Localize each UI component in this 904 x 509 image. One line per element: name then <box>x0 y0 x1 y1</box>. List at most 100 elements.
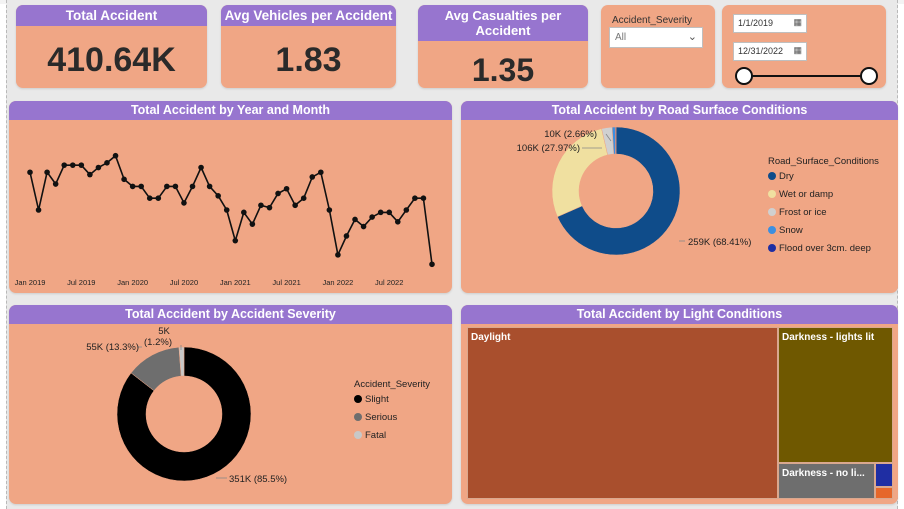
treemap-tile-darkness-lit[interactable]: Darkness - lights lit <box>778 327 893 463</box>
x-tick-label: Jan 2019 <box>15 278 46 287</box>
legend-item-fatal[interactable]: Fatal <box>354 426 430 444</box>
line-point-2020-09[interactable] <box>198 164 204 171</box>
sev-label-slight: 351K (85.5%) <box>229 474 287 485</box>
severity-legend: Accident_Severity Slight Serious Fatal <box>354 379 430 444</box>
line-point-2020-06[interactable] <box>172 183 179 190</box>
legend-item-dry[interactable]: Dry <box>768 167 879 185</box>
x-tick-label: Jan 2021 <box>220 278 251 287</box>
legend-item-wet[interactable]: Wet or damp <box>768 185 879 203</box>
kpi-avg-vehicles-value: 1.83 <box>275 41 342 79</box>
road-label-wet: 106K (27.97%) <box>517 143 580 154</box>
line-point-2021-08[interactable] <box>292 202 298 209</box>
slice-flood[interactable] <box>614 126 617 155</box>
line-point-2019-06[interactable] <box>69 162 76 168</box>
line-point-2022-02[interactable] <box>343 233 350 239</box>
line-point-2021-07[interactable] <box>283 185 290 192</box>
line-point-2019-12[interactable] <box>121 176 127 183</box>
legend-label: Slight <box>365 393 389 405</box>
road-surface-legend: Road_Surface_Conditions Dry Wet or damp … <box>768 156 879 257</box>
severity-dropdown-value: All <box>615 32 627 43</box>
date-range-slider[interactable] <box>722 5 886 88</box>
line-point-2021-01[interactable] <box>232 237 239 244</box>
line-point-2020-04[interactable] <box>155 195 162 201</box>
line-point-2020-02[interactable] <box>138 183 144 190</box>
line-point-2022-06[interactable] <box>377 209 384 216</box>
line-point-2019-08[interactable] <box>87 171 93 178</box>
sev-label-fatal-bottom: (1.2%) <box>144 337 172 348</box>
kpi-total-accident-card[interactable]: Total Accident 410.64K <box>16 5 207 88</box>
line-point-2021-02[interactable] <box>241 209 247 216</box>
line-point-2020-11[interactable] <box>215 193 221 199</box>
treemap-label: Daylight <box>471 332 511 343</box>
line-point-2021-11[interactable] <box>318 169 324 176</box>
slider-start-handle[interactable] <box>735 67 753 85</box>
line-point-2021-03[interactable] <box>249 221 256 227</box>
line-point-2022-11[interactable] <box>420 195 427 201</box>
kpi-avg-casualties-card[interactable]: Avg Casualties per Accident 1.35 <box>418 5 588 88</box>
severity-dropdown[interactable]: All ⌄ <box>609 27 703 48</box>
line-point-2019-02[interactable] <box>35 207 42 213</box>
line-point-2022-07[interactable] <box>386 209 393 216</box>
slider-end-handle[interactable] <box>860 67 878 85</box>
legend-item-snow[interactable]: Snow <box>768 221 879 239</box>
sev-label-serious: 55K (13.3%) <box>86 342 139 353</box>
line-chart-panel[interactable]: Total Accident by Year and Month Jan 201… <box>9 101 452 293</box>
x-tick-label: Jan 2020 <box>117 278 148 287</box>
light-conditions-title: Total Accident by Light Conditions <box>461 305 898 324</box>
kpi-avg-casualties-title: Avg Casualties per Accident <box>418 5 588 41</box>
legend-label: Snow <box>779 224 803 236</box>
line-point-2020-08[interactable] <box>189 183 196 190</box>
line-point-2019-03[interactable] <box>44 169 50 176</box>
legend-item-serious[interactable]: Serious <box>354 408 430 426</box>
line-point-2020-05[interactable] <box>164 183 170 190</box>
line-point-2021-10[interactable] <box>309 174 316 180</box>
treemap-tile-other-2[interactable] <box>875 487 893 499</box>
treemap-tile-daylight[interactable]: Daylight <box>467 327 778 499</box>
line-point-2019-09[interactable] <box>95 164 102 171</box>
line-point-2022-12[interactable] <box>429 261 435 268</box>
line-point-2022-03[interactable] <box>352 216 358 223</box>
line-point-2021-04[interactable] <box>258 202 264 209</box>
chevron-down-icon[interactable]: ⌄ <box>688 30 697 43</box>
slice-wet-or-damp[interactable] <box>551 128 608 218</box>
line-point-2022-04[interactable] <box>360 223 367 230</box>
line-point-2020-01[interactable] <box>129 183 136 190</box>
legend-label: Flood over 3cm. deep <box>779 242 871 254</box>
line-point-2020-03[interactable] <box>146 195 153 201</box>
line-point-2019-01[interactable] <box>27 169 33 176</box>
line-point-2022-10[interactable] <box>412 195 418 201</box>
legend-label: Frost or ice <box>779 206 827 218</box>
line-point-2019-11[interactable] <box>112 152 119 159</box>
line-point-2019-05[interactable] <box>61 162 68 168</box>
line-point-2019-04[interactable] <box>52 181 59 187</box>
line-point-2021-09[interactable] <box>300 195 307 201</box>
line-point-2019-10[interactable] <box>104 160 110 166</box>
line-point-2019-07[interactable] <box>78 162 85 168</box>
road-label-dry: 259K (68.41%) <box>688 237 751 248</box>
kpi-total-accident-value: 410.64K <box>47 41 176 79</box>
legend-item-slight[interactable]: Slight <box>354 390 430 408</box>
severity-panel[interactable]: Total Accident by Accident Severity 351K… <box>9 305 452 504</box>
line-point-2022-01[interactable] <box>335 252 341 258</box>
line-point-2020-07[interactable] <box>181 200 187 206</box>
line-point-2021-06[interactable] <box>275 190 281 197</box>
line-point-2022-05[interactable] <box>369 214 375 220</box>
kpi-avg-vehicles-card[interactable]: Avg Vehicles per Accident 1.83 <box>221 5 396 88</box>
wet-color-icon <box>768 190 776 198</box>
treemap-tile-other-1[interactable] <box>875 463 893 487</box>
line-point-2021-05[interactable] <box>266 204 273 211</box>
line-point-2020-10[interactable] <box>206 183 213 190</box>
treemap-tile-darkness-nolight[interactable]: Darkness - no li... <box>778 463 875 499</box>
line-chart-plot[interactable]: Jan 2019 Jul 2019 Jan 2020 Jul 2020 Jan 2021… <box>9 101 452 293</box>
line-point-2022-08[interactable] <box>394 219 401 225</box>
legend-item-frost[interactable]: Frost or ice <box>768 203 879 221</box>
line-point-2021-12[interactable] <box>326 207 333 213</box>
legend-item-flood[interactable]: Flood over 3cm. deep <box>768 239 879 257</box>
line-point-2020-12[interactable] <box>223 207 230 213</box>
kpi-avg-casualties-value: 1.35 <box>471 52 535 88</box>
light-conditions-panel[interactable]: Total Accident by Light Conditions Dayli… <box>461 305 898 504</box>
road-label-frost: 10K (2.66%) <box>544 129 597 140</box>
road-surface-panel[interactable]: Total Accident by Road Surface Condition… <box>461 101 898 293</box>
serious-color-icon <box>354 413 362 421</box>
line-point-2022-09[interactable] <box>403 207 410 213</box>
